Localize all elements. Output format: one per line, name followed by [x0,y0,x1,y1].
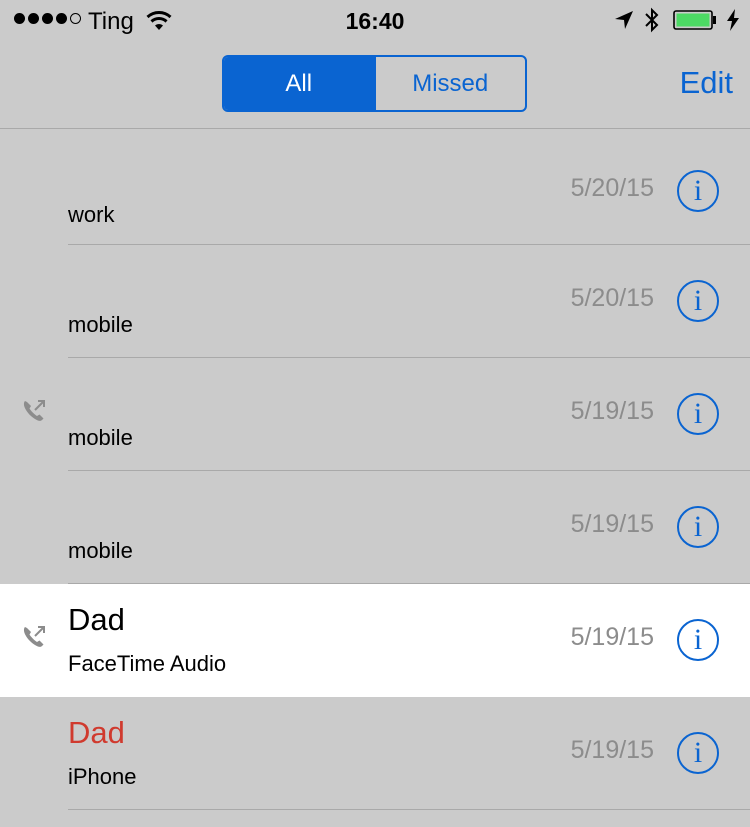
charging-bolt-icon [727,9,739,31]
nav-bar: All Missed Edit [0,40,750,128]
location-arrow-icon [615,11,633,29]
call-type-label: mobile [68,425,133,450]
outgoing-call-icon [23,400,45,421]
call-type-label: iPhone [68,764,137,789]
call-date: 5/19/15 [570,736,654,764]
call-type-label: mobile [68,312,133,337]
edit-button[interactable]: Edit [680,65,733,101]
info-icon[interactable]: i [677,170,719,212]
recents-list: work 5/20/15 i mobile 5/20/15 i mobile 5… [0,129,750,810]
bluetooth-icon [645,7,659,33]
outgoing-call-icon [23,626,45,647]
info-icon[interactable]: i [677,280,719,322]
call-row[interactable]: mobile 5/19/15 i [0,471,750,584]
call-row[interactable]: work 5/20/15 i [0,129,750,245]
call-row[interactable]: Dad iPhone 5/19/15 i [0,697,750,810]
call-date: 5/20/15 [570,174,654,202]
info-icon[interactable]: i [677,393,719,435]
segment-missed[interactable]: Missed [373,57,526,110]
info-icon[interactable]: i [677,506,719,548]
info-icon[interactable]: i [677,619,719,661]
call-type-label: FaceTime Audio [68,651,227,676]
status-time: 16:40 [345,8,405,34]
call-row[interactable]: mobile 5/20/15 i [0,245,750,358]
info-icon[interactable]: i [677,732,719,774]
call-date: 5/20/15 [570,284,654,312]
battery-icon [673,10,716,30]
call-date: 5/19/15 [570,623,654,651]
segmented-control: All Missed [222,55,527,112]
call-date: 5/19/15 [570,510,654,538]
row-divider [68,809,750,810]
call-type-label: mobile [68,538,133,563]
call-row-highlighted[interactable]: Dad FaceTime Audio 5/19/15 i [0,584,750,697]
status-bar: Ting 16:40 [0,0,750,40]
segment-all[interactable]: All [224,57,374,110]
call-date: 5/19/15 [570,397,654,425]
call-contact-name: Dad [68,602,125,637]
call-type-label: work [68,202,115,227]
call-contact-name-missed: Dad [68,715,125,750]
call-row[interactable]: mobile 5/19/15 i [0,358,750,471]
